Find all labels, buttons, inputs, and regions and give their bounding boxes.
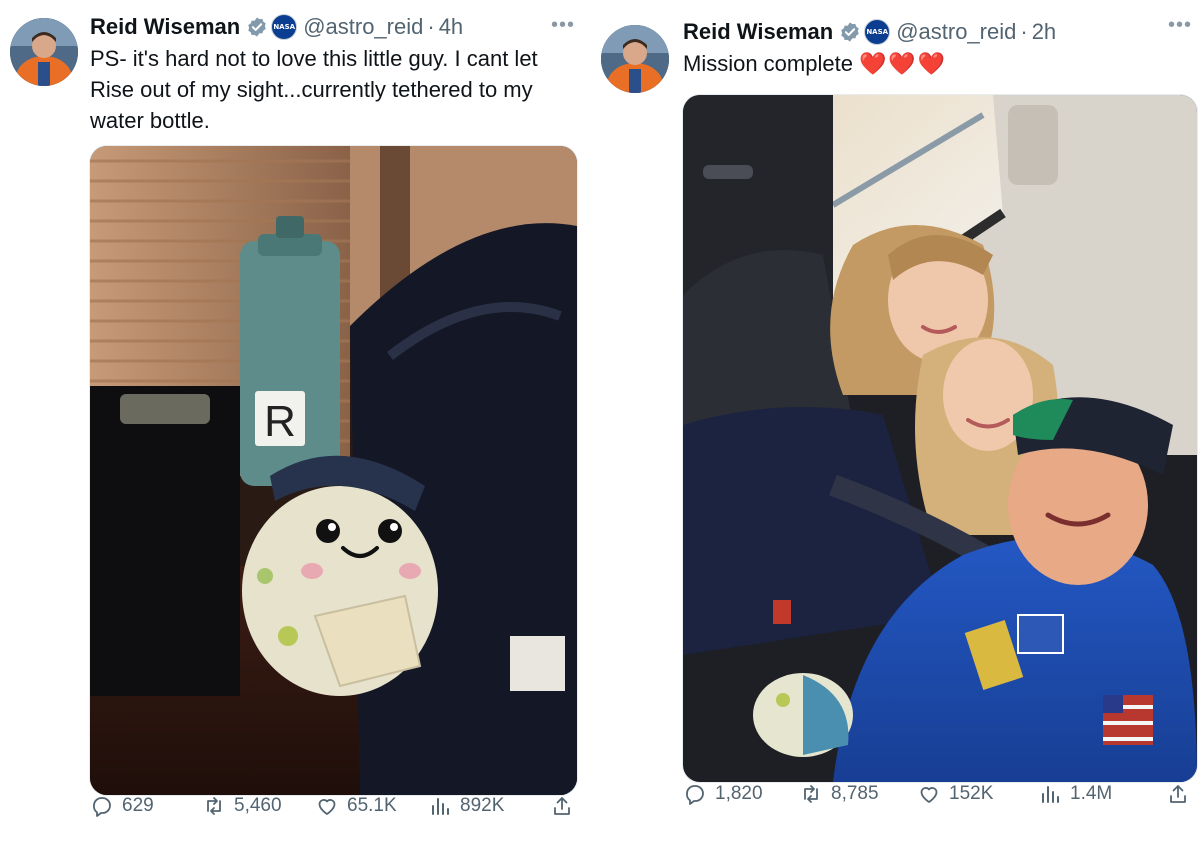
avatar[interactable]	[601, 25, 669, 93]
reply-button[interactable]: 629	[90, 794, 154, 818]
tweet-time[interactable]: 4h	[439, 14, 463, 40]
reply-count: 629	[122, 795, 154, 816]
repost-count: 8,785	[831, 783, 879, 804]
repost-button[interactable]: 8,785	[799, 782, 879, 806]
repost-icon	[207, 797, 221, 815]
share-button[interactable]	[550, 794, 582, 818]
more-icon[interactable]: •••	[551, 14, 575, 37]
more-icon[interactable]: •••	[1168, 14, 1192, 37]
tweet-time[interactable]: 2h	[1032, 19, 1056, 45]
avatar-image	[601, 25, 669, 93]
separator-dot: ·	[427, 14, 435, 39]
like-icon	[318, 799, 336, 815]
share-button[interactable]	[1166, 782, 1198, 806]
like-button[interactable]: 152K	[917, 782, 993, 806]
bottle-letter: R	[264, 397, 296, 446]
views-count: 1.4M	[1070, 783, 1113, 804]
separator-dot: ·	[1020, 19, 1028, 44]
tweet-2: Reid Wiseman NASA @astro_reid · 2h ••• M…	[596, 0, 1200, 855]
reply-count: 1,820	[715, 783, 763, 804]
repost-count: 5,460	[234, 795, 282, 816]
tweet-text-content: Mission complete	[683, 51, 853, 76]
views-count: 892K	[460, 795, 505, 816]
share-icon	[1170, 785, 1186, 803]
tweet-1: Reid Wiseman NASA @astro_reid · 4h ••• P…	[0, 0, 596, 855]
verified-badge-icon	[248, 17, 266, 37]
plush-photo: R	[90, 146, 577, 795]
selfie-photo	[683, 95, 1197, 782]
tweet-header: Reid Wiseman NASA @astro_reid · 4h	[90, 14, 463, 40]
like-count: 152K	[949, 783, 994, 804]
like-button[interactable]: 65.1K	[315, 794, 397, 818]
nasa-logo-icon: NASA	[271, 14, 298, 40]
tweet-photo[interactable]	[682, 94, 1198, 783]
verified-badge-icon	[841, 22, 859, 42]
nasa-logo-icon: NASA	[864, 19, 891, 45]
share-icon	[554, 797, 570, 815]
like-icon	[920, 787, 938, 803]
like-count: 65.1K	[347, 795, 397, 816]
tweet-text: Mission complete ❤️❤️❤️	[683, 48, 1183, 79]
views-button[interactable]: 892K	[428, 794, 504, 818]
views-icon	[432, 798, 449, 815]
heart-emoji: ❤️❤️❤️	[858, 51, 948, 76]
author-name[interactable]: Reid Wiseman	[683, 19, 833, 45]
repost-button[interactable]: 5,460	[202, 794, 282, 818]
views-button[interactable]: 1.4M	[1038, 782, 1112, 806]
author-handle[interactable]: @astro_reid	[303, 14, 423, 40]
views-icon	[1042, 786, 1059, 803]
tweet-photo[interactable]: R	[89, 145, 578, 796]
avatar[interactable]	[10, 18, 78, 86]
reply-icon	[93, 797, 111, 817]
reply-icon	[686, 785, 704, 805]
tweet-text: PS- it's hard not to love this little gu…	[90, 46, 538, 133]
reply-button[interactable]: 1,820	[683, 782, 763, 806]
avatar-image	[10, 18, 78, 86]
repost-icon	[804, 785, 818, 803]
author-name[interactable]: Reid Wiseman	[90, 14, 240, 40]
author-handle[interactable]: @astro_reid	[896, 19, 1016, 45]
tweet-header: Reid Wiseman NASA @astro_reid · 2h	[683, 19, 1056, 45]
